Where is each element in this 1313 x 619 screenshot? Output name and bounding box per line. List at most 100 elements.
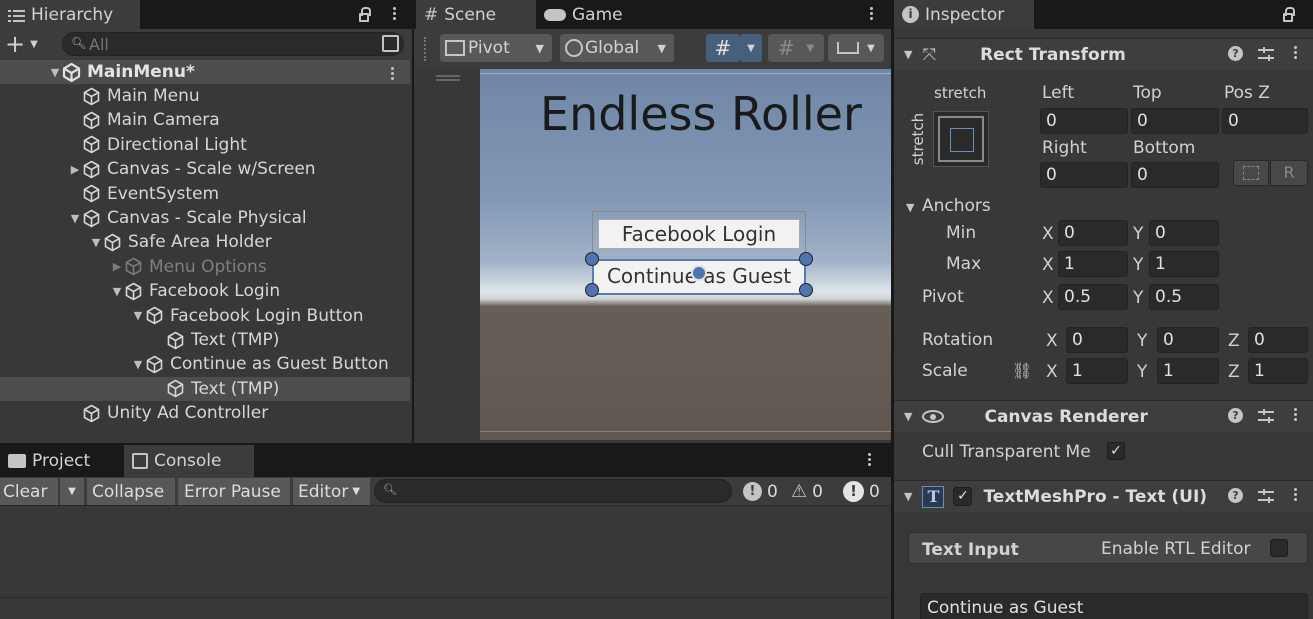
collapse-arrow-icon[interactable]: ▼ (68, 212, 82, 225)
collapse-arrow-icon[interactable]: ▼ (110, 285, 124, 298)
link-icon[interactable]: ⛓︎ (1012, 361, 1032, 380)
scale-x-field[interactable]: 1 (1066, 358, 1128, 384)
tab-project[interactable]: Project (0, 445, 120, 477)
hierarchy-item[interactable]: ▼ Facebook Login (0, 279, 410, 303)
clear-dropdown[interactable]: ▼ (60, 478, 84, 505)
clear-button[interactable]: Clear (0, 478, 58, 505)
lock-icon[interactable] (359, 7, 371, 22)
collapse-arrow-icon[interactable]: ▼ (89, 236, 103, 249)
max-x-field[interactable]: 1 (1058, 251, 1128, 277)
hierarchy-item[interactable]: Text (TMP) (0, 376, 410, 401)
rect-handle[interactable] (585, 252, 599, 266)
chevron-down-icon[interactable]: ▼ (906, 201, 914, 214)
right-field[interactable]: 0 (1040, 162, 1128, 188)
scene-menu-icon[interactable] (391, 65, 395, 82)
tab-hierarchy[interactable]: Hierarchy (0, 0, 140, 29)
error-filter-button[interactable]: ! 0 (840, 478, 888, 505)
expand-arrow-icon[interactable]: ▶ (68, 163, 82, 176)
rect-transform-header[interactable]: ▼ ⤧ Rect Transform (894, 38, 1313, 70)
hierarchy-item[interactable]: ▼ Continue as Guest Button (0, 352, 410, 376)
presets-icon[interactable] (1258, 47, 1274, 61)
rtl-editor-checkbox[interactable] (1270, 539, 1288, 557)
collapse-arrow-icon[interactable]: ▼ (131, 309, 145, 322)
hierarchy-item[interactable]: Text (TMP) (0, 328, 410, 352)
scale-z-field[interactable]: 1 (1248, 358, 1308, 384)
error-pause-button[interactable]: Error Pause (178, 478, 290, 505)
cull-transparent-checkbox[interactable]: ✓ (1107, 442, 1125, 460)
pivot-dropdown[interactable]: Pivot ▼ (440, 34, 552, 62)
canvas-renderer-header[interactable]: ▼ Canvas Renderer (894, 400, 1313, 432)
component-menu-icon[interactable] (1294, 44, 1298, 61)
grid-snap-button[interactable]: # (706, 34, 740, 62)
hierarchy-item[interactable]: ▼ Canvas - Scale Physical (0, 206, 410, 230)
console-menu-icon[interactable] (868, 451, 872, 468)
help-icon[interactable]: ? (1228, 488, 1243, 503)
hierarchy-item[interactable]: Unity Ad Controller (0, 401, 410, 425)
rect-handle[interactable] (585, 283, 599, 297)
rot-y-field[interactable]: 0 (1157, 327, 1219, 353)
component-menu-icon[interactable] (1294, 486, 1298, 503)
console-search[interactable]: 🔍︎ (374, 479, 732, 503)
tab-game[interactable]: Game (536, 0, 646, 29)
lock-icon[interactable] (1283, 7, 1295, 22)
tab-console[interactable]: Console (124, 445, 254, 477)
collapse-button[interactable]: Collapse (87, 478, 175, 505)
raw-edit-button[interactable]: R (1270, 160, 1308, 186)
hierarchy-item[interactable]: ▼ Safe Area Holder (0, 230, 410, 254)
editor-dropdown[interactable]: Editor ▼ (293, 478, 370, 505)
presets-icon[interactable] (1258, 489, 1274, 503)
warning-filter-button[interactable]: ⚠︎ 0 (788, 478, 834, 505)
pivot-x-field[interactable]: 0.5 (1058, 284, 1128, 310)
textmeshpro-header[interactable]: ▼ T ✓ TextMeshPro - Text (UI) (894, 480, 1313, 512)
search-input[interactable] (89, 35, 369, 53)
anchor-preset-button[interactable] (933, 111, 989, 167)
rect-handle[interactable] (799, 252, 813, 266)
hierarchy-item[interactable]: Main Camera (0, 108, 410, 132)
hierarchy-item[interactable]: EventSystem (0, 182, 410, 206)
scale-y-field[interactable]: 1 (1157, 358, 1219, 384)
hierarchy-search[interactable]: 🔍︎ (62, 32, 404, 56)
hierarchy-toolbar: + ▼ 🔍︎ (0, 29, 412, 59)
text-input-field[interactable]: Continue as Guest (920, 593, 1308, 619)
min-x-field[interactable]: 0 (1058, 220, 1128, 246)
left-field[interactable]: 0 (1040, 108, 1128, 134)
global-dropdown[interactable]: Global ▼ (560, 34, 674, 62)
snap-increment-button[interactable]: # ▼ (768, 34, 824, 62)
hierarchy-item[interactable]: Directional Light (0, 133, 410, 157)
scene-viewport[interactable]: Endless Roller Facebook Login Continue a… (480, 69, 891, 440)
facebook-login-preview[interactable]: Facebook Login (598, 219, 800, 249)
hierarchy-item[interactable]: Main Menu (0, 84, 410, 108)
grid-snap-dropdown[interactable]: ▼ (740, 34, 762, 62)
presets-icon[interactable] (1258, 409, 1274, 423)
rect-handle[interactable] (799, 283, 813, 297)
tab-inspector[interactable]: i Inspector (894, 0, 1034, 29)
scene-header-row[interactable]: ▼ MainMenu* (0, 60, 410, 84)
component-enabled-checkbox[interactable]: ✓ (953, 487, 973, 506)
tab-scene[interactable]: # Scene (416, 0, 536, 29)
top-field[interactable]: 0 (1131, 108, 1219, 134)
info-filter-button[interactable]: ! 0 (740, 478, 782, 505)
scene-visibility-icon[interactable] (382, 35, 399, 52)
rot-z-field[interactable]: 0 (1248, 327, 1308, 353)
hierarchy-item[interactable]: ▶ Menu Options (0, 255, 410, 279)
pivot-y-field[interactable]: 0.5 (1149, 284, 1219, 310)
expand-arrow-icon[interactable]: ▶ (110, 260, 124, 273)
help-icon[interactable]: ? (1228, 46, 1243, 61)
add-object-button[interactable]: + ▼ (5, 32, 45, 56)
hierarchy-menu-icon[interactable] (393, 5, 397, 22)
max-y-field[interactable]: 1 (1149, 251, 1219, 277)
hierarchy-item[interactable]: ▼ Facebook Login Button (0, 304, 410, 328)
min-y-field[interactable]: 0 (1149, 220, 1219, 246)
hierarchy-item[interactable]: ▶ Canvas - Scale w/Screen (0, 157, 410, 181)
pivot-handle[interactable] (691, 265, 707, 281)
rot-x-field[interactable]: 0 (1066, 327, 1128, 353)
posz-field[interactable]: 0 (1222, 108, 1308, 134)
bottom-field[interactable]: 0 (1131, 162, 1219, 188)
help-icon[interactable]: ? (1228, 408, 1243, 423)
collapse-arrow-icon[interactable]: ▼ (131, 358, 145, 371)
ruler-button[interactable]: ▼ (828, 34, 884, 62)
scene-menu-icon[interactable] (870, 5, 874, 22)
blueprint-mode-button[interactable] (1233, 160, 1269, 186)
expand-arrow-icon[interactable]: ▼ (48, 66, 62, 79)
component-menu-icon[interactable] (1294, 406, 1298, 423)
